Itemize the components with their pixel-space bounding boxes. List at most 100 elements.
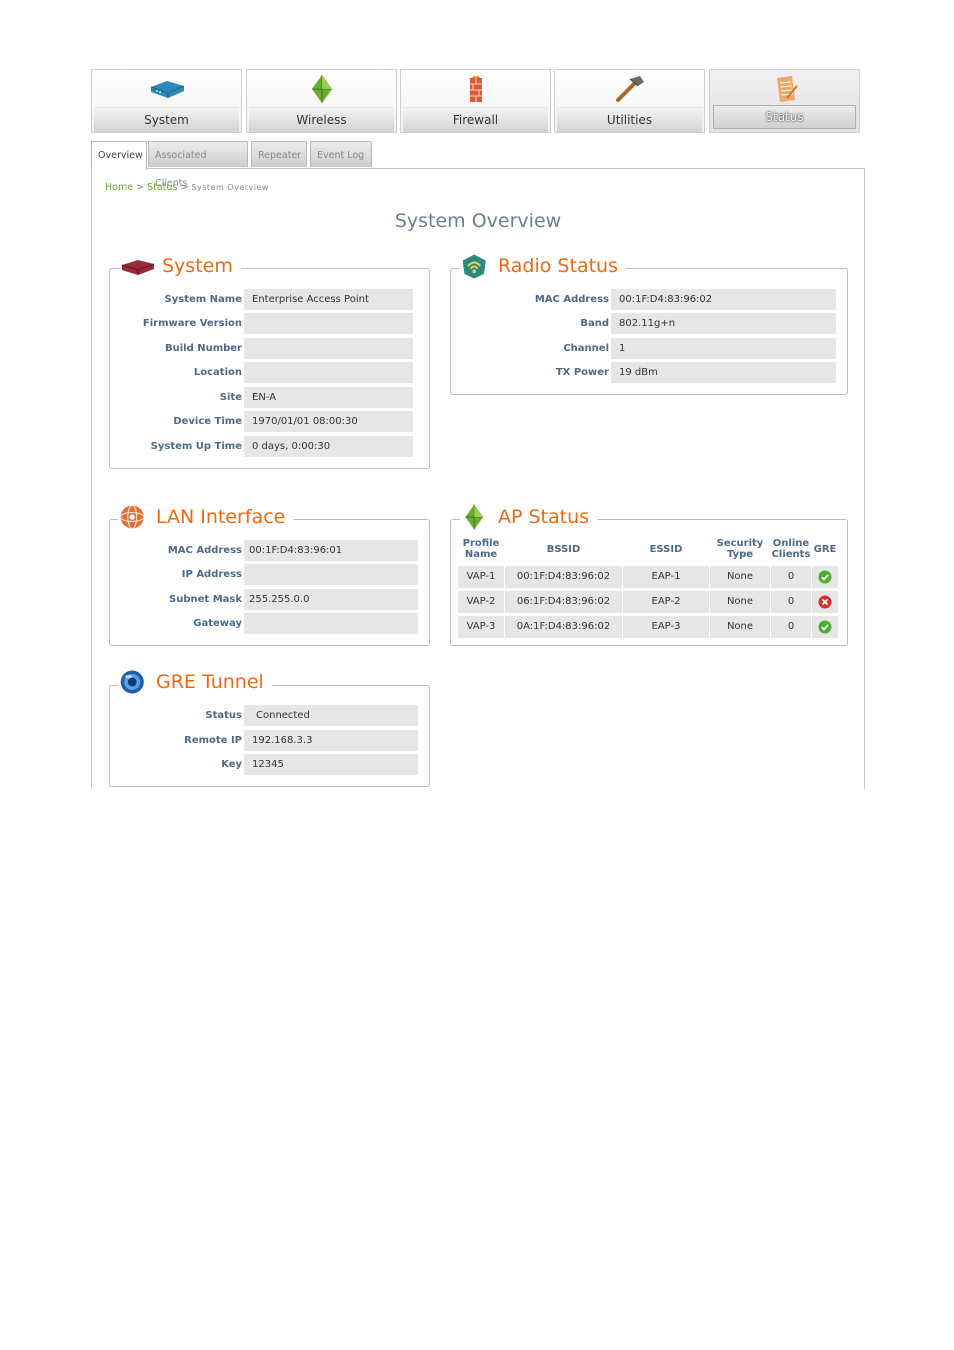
breadcrumb-home-link[interactable]: Home xyxy=(105,182,133,193)
field-label: Channel xyxy=(563,343,609,354)
ap-cell-security: None xyxy=(710,616,770,638)
gre-tunnel-panel-header: GRE Tunnel xyxy=(118,667,272,697)
radio-channel-row: Channel 1 xyxy=(460,338,836,359)
nav-utilities-button[interactable]: Utilities xyxy=(554,69,705,133)
router-icon xyxy=(121,260,155,275)
breadcrumb-status-link[interactable]: Status xyxy=(147,182,177,193)
field-value: Connected xyxy=(244,705,418,726)
wireless-icon xyxy=(465,504,484,530)
lan-gateway-row: Gateway xyxy=(120,613,418,634)
radio-status-panel-header: Radio Status xyxy=(460,251,626,281)
nav-wireless-label: Wireless xyxy=(249,107,394,132)
lan-subnet-row: Subnet Mask 255.255.0.0 xyxy=(120,589,418,610)
ap-header-essid: ESSID xyxy=(649,544,683,555)
field-value: Enterprise Access Point xyxy=(244,289,413,310)
field-label: Device Time xyxy=(173,416,242,427)
tab-repeater[interactable]: Repeater xyxy=(251,141,307,167)
header-line: Profile xyxy=(462,538,500,549)
ap-cell-clients: 0 xyxy=(771,566,811,588)
site-row: Site EN-A xyxy=(120,387,413,408)
ap-status-panel-header: AP Status xyxy=(460,502,598,532)
location-row: Location xyxy=(120,362,413,383)
field-value: 19 dBm xyxy=(611,362,836,383)
header-line: Name xyxy=(464,549,498,560)
radio-status-panel-title: Radio Status xyxy=(498,255,618,277)
field-label: MAC Address xyxy=(167,545,242,556)
ap-cell-profile: VAP-3 xyxy=(458,616,504,638)
device-time-row: Device Time 1970/01/01 08:00:30 xyxy=(120,411,413,432)
field-label: Remote IP xyxy=(184,735,242,746)
nav-status-button[interactable]: Status xyxy=(709,69,860,133)
field-value xyxy=(244,338,413,359)
router-icon xyxy=(150,81,184,98)
tab-event-log[interactable]: Event Log xyxy=(310,141,372,167)
ap-cell-bssid: 0A:1F:D4:83:96:02 xyxy=(505,616,622,638)
field-label: Gateway xyxy=(193,618,242,629)
nav-firewall-button[interactable]: Firewall xyxy=(400,69,551,133)
field-value: 0 days, 0:00:30 xyxy=(244,436,413,457)
ap-header-security: Security Type xyxy=(710,538,770,560)
gre-remote-ip-row: Remote IP 192.168.3.3 xyxy=(120,730,418,751)
breadcrumb-separator: > xyxy=(136,182,145,193)
system-panel-header: System xyxy=(120,251,241,281)
field-value xyxy=(244,613,418,634)
nav-firewall-label: Firewall xyxy=(403,107,548,132)
header-line: Type xyxy=(726,549,754,560)
breadcrumb-separator: > xyxy=(180,182,189,193)
tunnel-icon xyxy=(120,670,144,694)
ap-cell-clients: 0 xyxy=(771,616,811,638)
ap-status-panel-title: AP Status xyxy=(498,506,590,528)
field-label: MAC Address xyxy=(534,294,609,305)
field-label: IP Address xyxy=(181,569,242,580)
ap-cell-gre xyxy=(812,591,838,613)
ap-cell-essid: EAP-2 xyxy=(623,591,709,613)
ap-cell-essid: EAP-1 xyxy=(623,566,709,588)
field-label: Site xyxy=(219,392,242,403)
system-name-row: System Name Enterprise Access Point xyxy=(120,289,413,310)
field-value: EN-A xyxy=(244,387,413,408)
field-value: 00:1F:D4:83:96:02 xyxy=(611,289,836,310)
gre-key-row: Key 12345 xyxy=(120,754,418,775)
radio-mac-row: MAC Address 00:1F:D4:83:96:02 xyxy=(460,289,836,310)
network-globe-icon xyxy=(120,504,145,530)
field-value: 12345 xyxy=(244,754,418,775)
header-line: Security xyxy=(716,538,764,549)
field-value xyxy=(244,564,418,585)
page-title: System Overview xyxy=(394,210,562,232)
nav-utilities-label: Utilities xyxy=(557,107,702,132)
field-label: Band xyxy=(580,318,609,329)
field-label: Firmware Version xyxy=(142,318,242,329)
top-navigation: System Wireless Firewall Utilities Statu… xyxy=(91,69,862,135)
radio-icon xyxy=(462,254,486,279)
firmware-version-row: Firmware Version xyxy=(120,313,413,334)
nav-status-label: Status xyxy=(713,105,856,129)
system-up-time-row: System Up Time 0 days, 0:00:30 xyxy=(120,436,413,457)
wireless-icon xyxy=(311,75,332,103)
field-label: Location xyxy=(193,367,242,378)
error-icon xyxy=(818,595,832,609)
ap-cell-profile: VAP-2 xyxy=(458,591,504,613)
gre-status-row: Status Connected xyxy=(120,705,418,726)
ap-cell-gre xyxy=(812,566,838,588)
ap-cell-security: None xyxy=(710,566,770,588)
field-value: 1970/01/01 08:00:30 xyxy=(244,411,413,432)
ap-cell-gre xyxy=(812,616,838,638)
check-icon xyxy=(818,570,832,584)
field-label: Status xyxy=(205,710,242,721)
field-label: Build Number xyxy=(164,343,242,354)
ap-header-bssid: BSSID xyxy=(546,544,581,555)
ap-header-online-clients: Online Clients xyxy=(771,538,811,560)
radio-txpower-row: TX Power 19 dBm xyxy=(460,362,836,383)
tab-overview[interactable]: Overview xyxy=(91,141,147,170)
header-line: Online xyxy=(772,538,810,549)
tab-associated-clients[interactable]: Associated Clients xyxy=(148,141,248,189)
clipboard-icon xyxy=(776,76,798,102)
breadcrumb-current: System Overview xyxy=(191,183,269,192)
breadcrumb: Home > Status > System Overview xyxy=(105,182,269,193)
lan-ip-row: IP Address xyxy=(120,564,418,585)
field-value: 00:1F:D4:83:96:01 xyxy=(244,540,418,561)
field-value: 802.11g+n xyxy=(611,313,836,334)
nav-wireless-button[interactable]: Wireless xyxy=(246,69,397,133)
check-icon xyxy=(818,620,832,634)
nav-system-button[interactable]: System xyxy=(91,69,242,133)
